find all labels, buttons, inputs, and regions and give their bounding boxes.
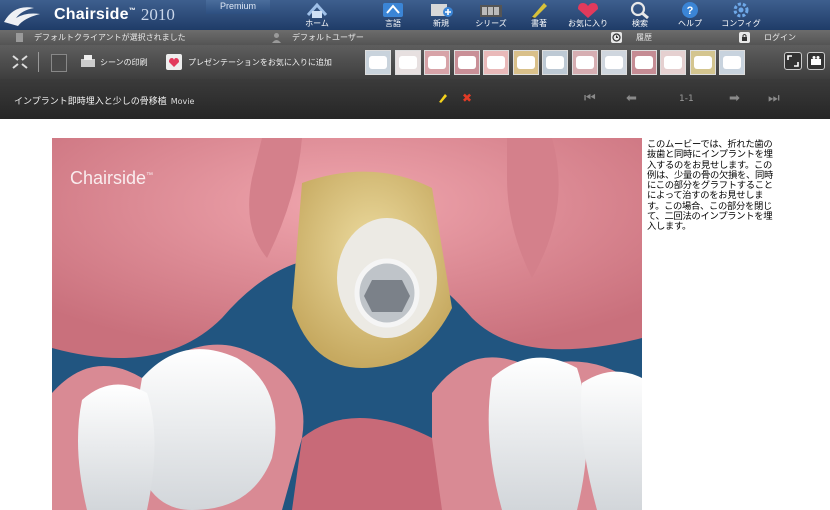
app-header: Chairside™ 2010 Premium ホーム 言語 新規 シリーズ 書…	[0, 0, 830, 30]
expand-icon	[787, 55, 799, 67]
edit-pencil-icon[interactable]	[437, 92, 449, 104]
last-page-icon[interactable]: ⏭	[768, 92, 780, 105]
language-icon	[383, 3, 403, 17]
watermark-text: Chairside	[70, 168, 147, 188]
nav-author[interactable]: 書著	[526, 0, 552, 30]
favorites-icon	[578, 3, 598, 18]
nav-label: コンフィグ	[721, 19, 761, 28]
nav-series[interactable]: シリーズ	[474, 0, 508, 30]
nav-label: 検索	[632, 19, 648, 28]
print-scene-button[interactable]: シーンの印刷	[100, 57, 148, 68]
close-icon[interactable]: ✖	[462, 92, 472, 104]
client-icon	[16, 33, 23, 42]
brand-trademark: ™	[128, 7, 136, 15]
tooth-thumbnail-icon	[457, 56, 476, 69]
status-bar: デフォルトクライアントが選択されました デフォルトユーザー 履歴 ログイン	[0, 30, 830, 45]
movie-title-bar: インプラント即時埋入と少しの骨移植 Movie ✖ ⏮ ⬅ 1-1 ➡ ⏭	[0, 79, 830, 119]
nav-label: 言語	[385, 19, 401, 28]
current-user[interactable]: デフォルトユーザー	[292, 32, 364, 43]
history-link[interactable]: 履歴	[636, 32, 652, 43]
page-counter: 1-1	[679, 94, 694, 104]
config-icon	[733, 2, 749, 18]
nav-label: 新規	[433, 19, 449, 28]
new-icon	[431, 4, 453, 17]
history-icon	[611, 32, 622, 43]
tooth-thumbnail-icon	[398, 56, 417, 69]
brand-name: Chairside	[54, 6, 129, 23]
scene-thumbnail[interactable]	[453, 50, 480, 75]
tooth-thumbnail-icon	[369, 56, 387, 69]
tooth-thumbnail-icon	[634, 56, 653, 69]
nav-help[interactable]: ? ヘルプ	[676, 0, 704, 30]
scene-thumbnail[interactable]	[365, 50, 391, 75]
movie-title-text: インプラント即時埋入と少しの骨移植	[14, 97, 167, 107]
scene-thumbnail[interactable]	[571, 50, 598, 75]
series-icon	[480, 5, 502, 17]
scene-thumbnail[interactable]	[689, 50, 716, 75]
scene-thumbnail[interactable]	[601, 50, 627, 75]
movie-type-label: Movie	[170, 97, 195, 106]
tooth-thumbnail-icon	[693, 56, 712, 69]
add-favorite-button[interactable]: プレゼンテーションをお気に入りに追加	[188, 57, 332, 68]
tooth-thumbnail-icon	[575, 56, 594, 69]
tooth-thumbnail-icon	[516, 56, 535, 69]
nav-label: ヘルプ	[678, 19, 702, 28]
tooth-thumbnail-icon	[664, 56, 682, 69]
nav-label: ホーム	[305, 19, 329, 28]
print-icon[interactable]	[80, 54, 96, 70]
svg-text:?: ?	[687, 5, 694, 17]
chairside-logo-icon	[4, 7, 40, 26]
scene-thumbnail[interactable]	[424, 50, 450, 75]
scene-thumbnail[interactable]	[719, 50, 745, 75]
dental-implant-illustration	[52, 138, 642, 510]
first-page-icon[interactable]: ⏮	[584, 92, 596, 105]
scene-thumbnail[interactable]	[512, 50, 539, 75]
scene-thumbnail[interactable]	[483, 50, 509, 75]
scene-toolbar: シーンの印刷 プレゼンテーションをお気に入りに追加	[0, 45, 830, 79]
home-icon	[306, 2, 328, 18]
tooth-thumbnail-icon	[546, 56, 564, 69]
nav-new[interactable]: 新規	[427, 0, 455, 30]
client-status: デフォルトクライアントが選択されました	[34, 33, 186, 42]
nav-favorites[interactable]: お気に入り	[566, 0, 610, 30]
brand-logo: Chairside™ 2010	[0, 0, 175, 30]
movie-player[interactable]: Chairside™	[52, 138, 642, 510]
lock-icon	[739, 32, 750, 43]
scene-thumbnail[interactable]	[630, 50, 657, 75]
edition-badge: Premium	[206, 0, 270, 14]
author-icon	[531, 3, 547, 19]
toolbar-divider	[38, 52, 39, 72]
fit-screen-icon[interactable]	[11, 54, 29, 70]
heart-icon[interactable]	[166, 54, 182, 70]
help-icon: ?	[682, 2, 698, 18]
presentation-button[interactable]	[807, 52, 825, 70]
movie-description: このムービーでは、折れた歯の抜歯と同時にインプラントを埋入するのをお見せします。…	[647, 139, 773, 233]
watermark-trademark: ™	[146, 172, 154, 179]
nav-label: シリーズ	[475, 19, 507, 28]
tooth-thumbnail-icon	[487, 56, 505, 69]
nav-label: 書著	[531, 19, 547, 28]
projector-icon	[811, 56, 821, 65]
tooth-thumbnail-icon	[605, 56, 623, 69]
tooth-thumbnail-icon	[723, 56, 741, 69]
nav-home[interactable]: ホーム	[303, 0, 331, 30]
login-link[interactable]: ログイン	[764, 32, 796, 43]
brand-year: 2010	[140, 5, 175, 24]
scene-thumbnail[interactable]	[542, 50, 568, 75]
search-icon	[630, 1, 649, 19]
tooth-thumbnail-icon	[428, 56, 446, 69]
chairside-watermark: Chairside™	[70, 168, 153, 189]
prev-page-icon[interactable]: ⬅	[626, 92, 637, 105]
movie-title: インプラント即時埋入と少しの骨移植 Movie	[14, 94, 194, 107]
print-preview-button[interactable]	[51, 54, 67, 72]
scene-thumbnail[interactable]	[660, 50, 686, 75]
nav-config[interactable]: コンフィグ	[721, 0, 761, 30]
nav-label: お気に入り	[568, 19, 608, 28]
fullscreen-button[interactable]	[784, 52, 802, 70]
nav-search[interactable]: 検索	[625, 0, 655, 30]
user-icon	[272, 33, 281, 43]
next-page-icon[interactable]: ➡	[729, 92, 740, 105]
nav-language[interactable]: 言語	[379, 0, 407, 30]
scene-thumbnail[interactable]	[394, 50, 421, 75]
